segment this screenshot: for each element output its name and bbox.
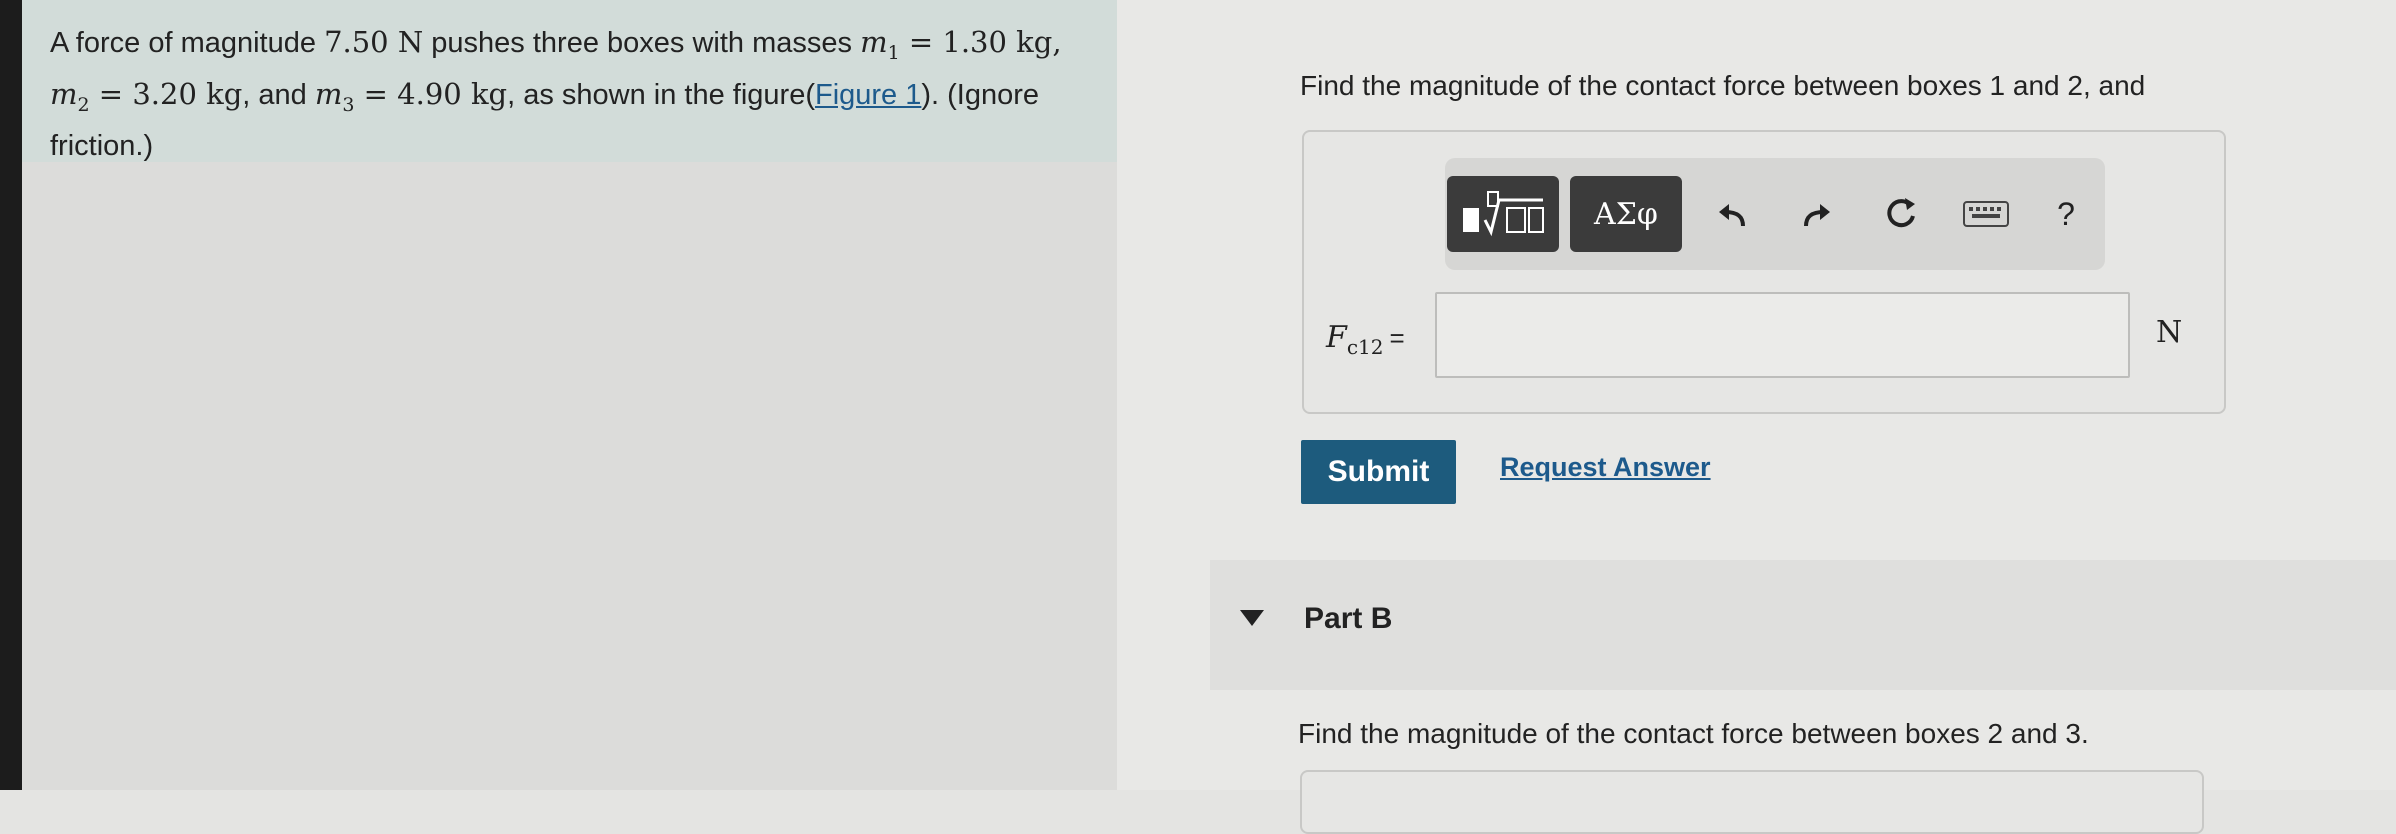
help-button[interactable]: ? [2040,188,2092,240]
mass-3-value: = 4.90 kg [354,76,508,111]
mass-2-value: = 3.20 kg [89,76,243,111]
part-b-answer-panel [1300,770,2204,834]
keyboard-icon[interactable] [1960,188,2012,240]
request-answer-link[interactable]: Request Answer [1500,452,1711,483]
problem-statement: A force of magnitude 7.50 N pushes three… [50,25,1062,162]
left-edge [0,0,22,790]
part-b-question: Find the magnitude of the contact force … [1298,718,2089,749]
symbols-button[interactable]: ΑΣφ [1570,176,1682,252]
templates-button[interactable] [1447,176,1559,252]
redo-icon[interactable] [1790,188,1842,240]
answer-variable-label: Fc12 = [1326,320,1405,359]
problem-statement-box: A force of magnitude 7.50 N pushes three… [22,0,1117,162]
math-toolbar: ΑΣφ ? [1445,158,2105,270]
undo-icon[interactable] [1707,188,1759,240]
submit-button[interactable]: Submit [1301,440,1456,504]
part-a-question: Find the magnitude of the contact force … [1300,70,2146,101]
template-sqrt-icon [1463,191,1544,237]
force-value: 7.50 [324,25,389,59]
reset-icon[interactable] [1875,188,1927,240]
mass-1-value: = 1.30 kg, [899,25,1062,59]
answer-input[interactable] [1435,292,2130,378]
collapse-caret-icon[interactable] [1240,610,1264,626]
part-b-label[interactable]: Part B [1304,602,1392,636]
answer-unit: N [2156,315,2183,350]
figure-1-link[interactable]: Figure 1 [815,79,921,111]
